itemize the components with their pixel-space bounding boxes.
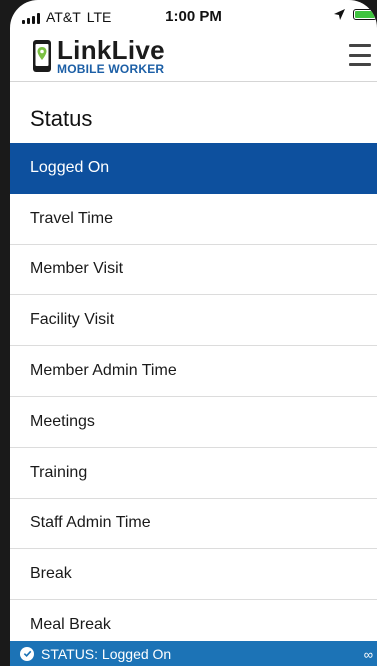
battery-icon (353, 9, 377, 20)
app-header: LinkLive MOBILE WORKER (10, 30, 377, 82)
status-option-label: Meetings (30, 412, 95, 430)
link-icon[interactable]: ∞ (364, 647, 373, 662)
phone-location-logo-icon (33, 40, 51, 72)
status-option-member-visit[interactable]: Member Visit (10, 245, 377, 296)
battery-level (355, 11, 375, 18)
status-option-label: Meal Break (30, 616, 111, 634)
current-status-text: STATUS: Logged On (41, 645, 172, 662)
logo-text: LinkLive MOBILE WORKER (57, 35, 165, 76)
location-arrow-icon (334, 9, 345, 20)
clock: 1:00 PM (165, 8, 222, 25)
hamburger-menu-icon[interactable] (349, 44, 377, 66)
status-bottom-bar: STATUS: Logged On ∞ (10, 641, 377, 666)
status-option-label: Break (30, 565, 72, 583)
status-option-member-admin-time[interactable]: Member Admin Time (10, 346, 377, 397)
check-circle-icon (20, 646, 34, 661)
status-option-label: Facility Visit (30, 311, 115, 329)
status-option-label: Travel Time (30, 209, 113, 227)
logo-name: LinkLive (57, 35, 165, 65)
status-option-staff-admin-time[interactable]: Staff Admin Time (10, 499, 377, 550)
status-option-label: Staff Admin Time (30, 514, 151, 532)
status-option-meetings[interactable]: Meetings (10, 397, 377, 448)
status-option-label: Member Visit (30, 260, 124, 278)
status-option-training[interactable]: Training (10, 448, 377, 499)
status-option-label: Training (30, 463, 88, 481)
phone-screen: AT&T LTE 1:00 PM LinkLive MOBILE WORKER (10, 0, 377, 666)
status-option-logged-on[interactable]: Logged On (10, 143, 377, 194)
status-indicators (334, 9, 377, 20)
status-option-label: Member Admin Time (30, 362, 177, 380)
logo-subtitle: MOBILE WORKER (57, 62, 165, 76)
ios-status-bar: AT&T LTE 1:00 PM (10, 0, 377, 30)
status-option-facility-visit[interactable]: Facility Visit (10, 295, 377, 347)
status-option-label: Logged On (30, 158, 110, 176)
status-option-travel-time[interactable]: Travel Time (10, 194, 377, 245)
linklive-logo: LinkLive MOBILE WORKER (32, 35, 165, 76)
page-title: Status (30, 106, 93, 131)
status-option-break[interactable]: Break (10, 549, 377, 601)
status-list: Logged On Travel Time Member Visit Facility… (10, 143, 377, 651)
